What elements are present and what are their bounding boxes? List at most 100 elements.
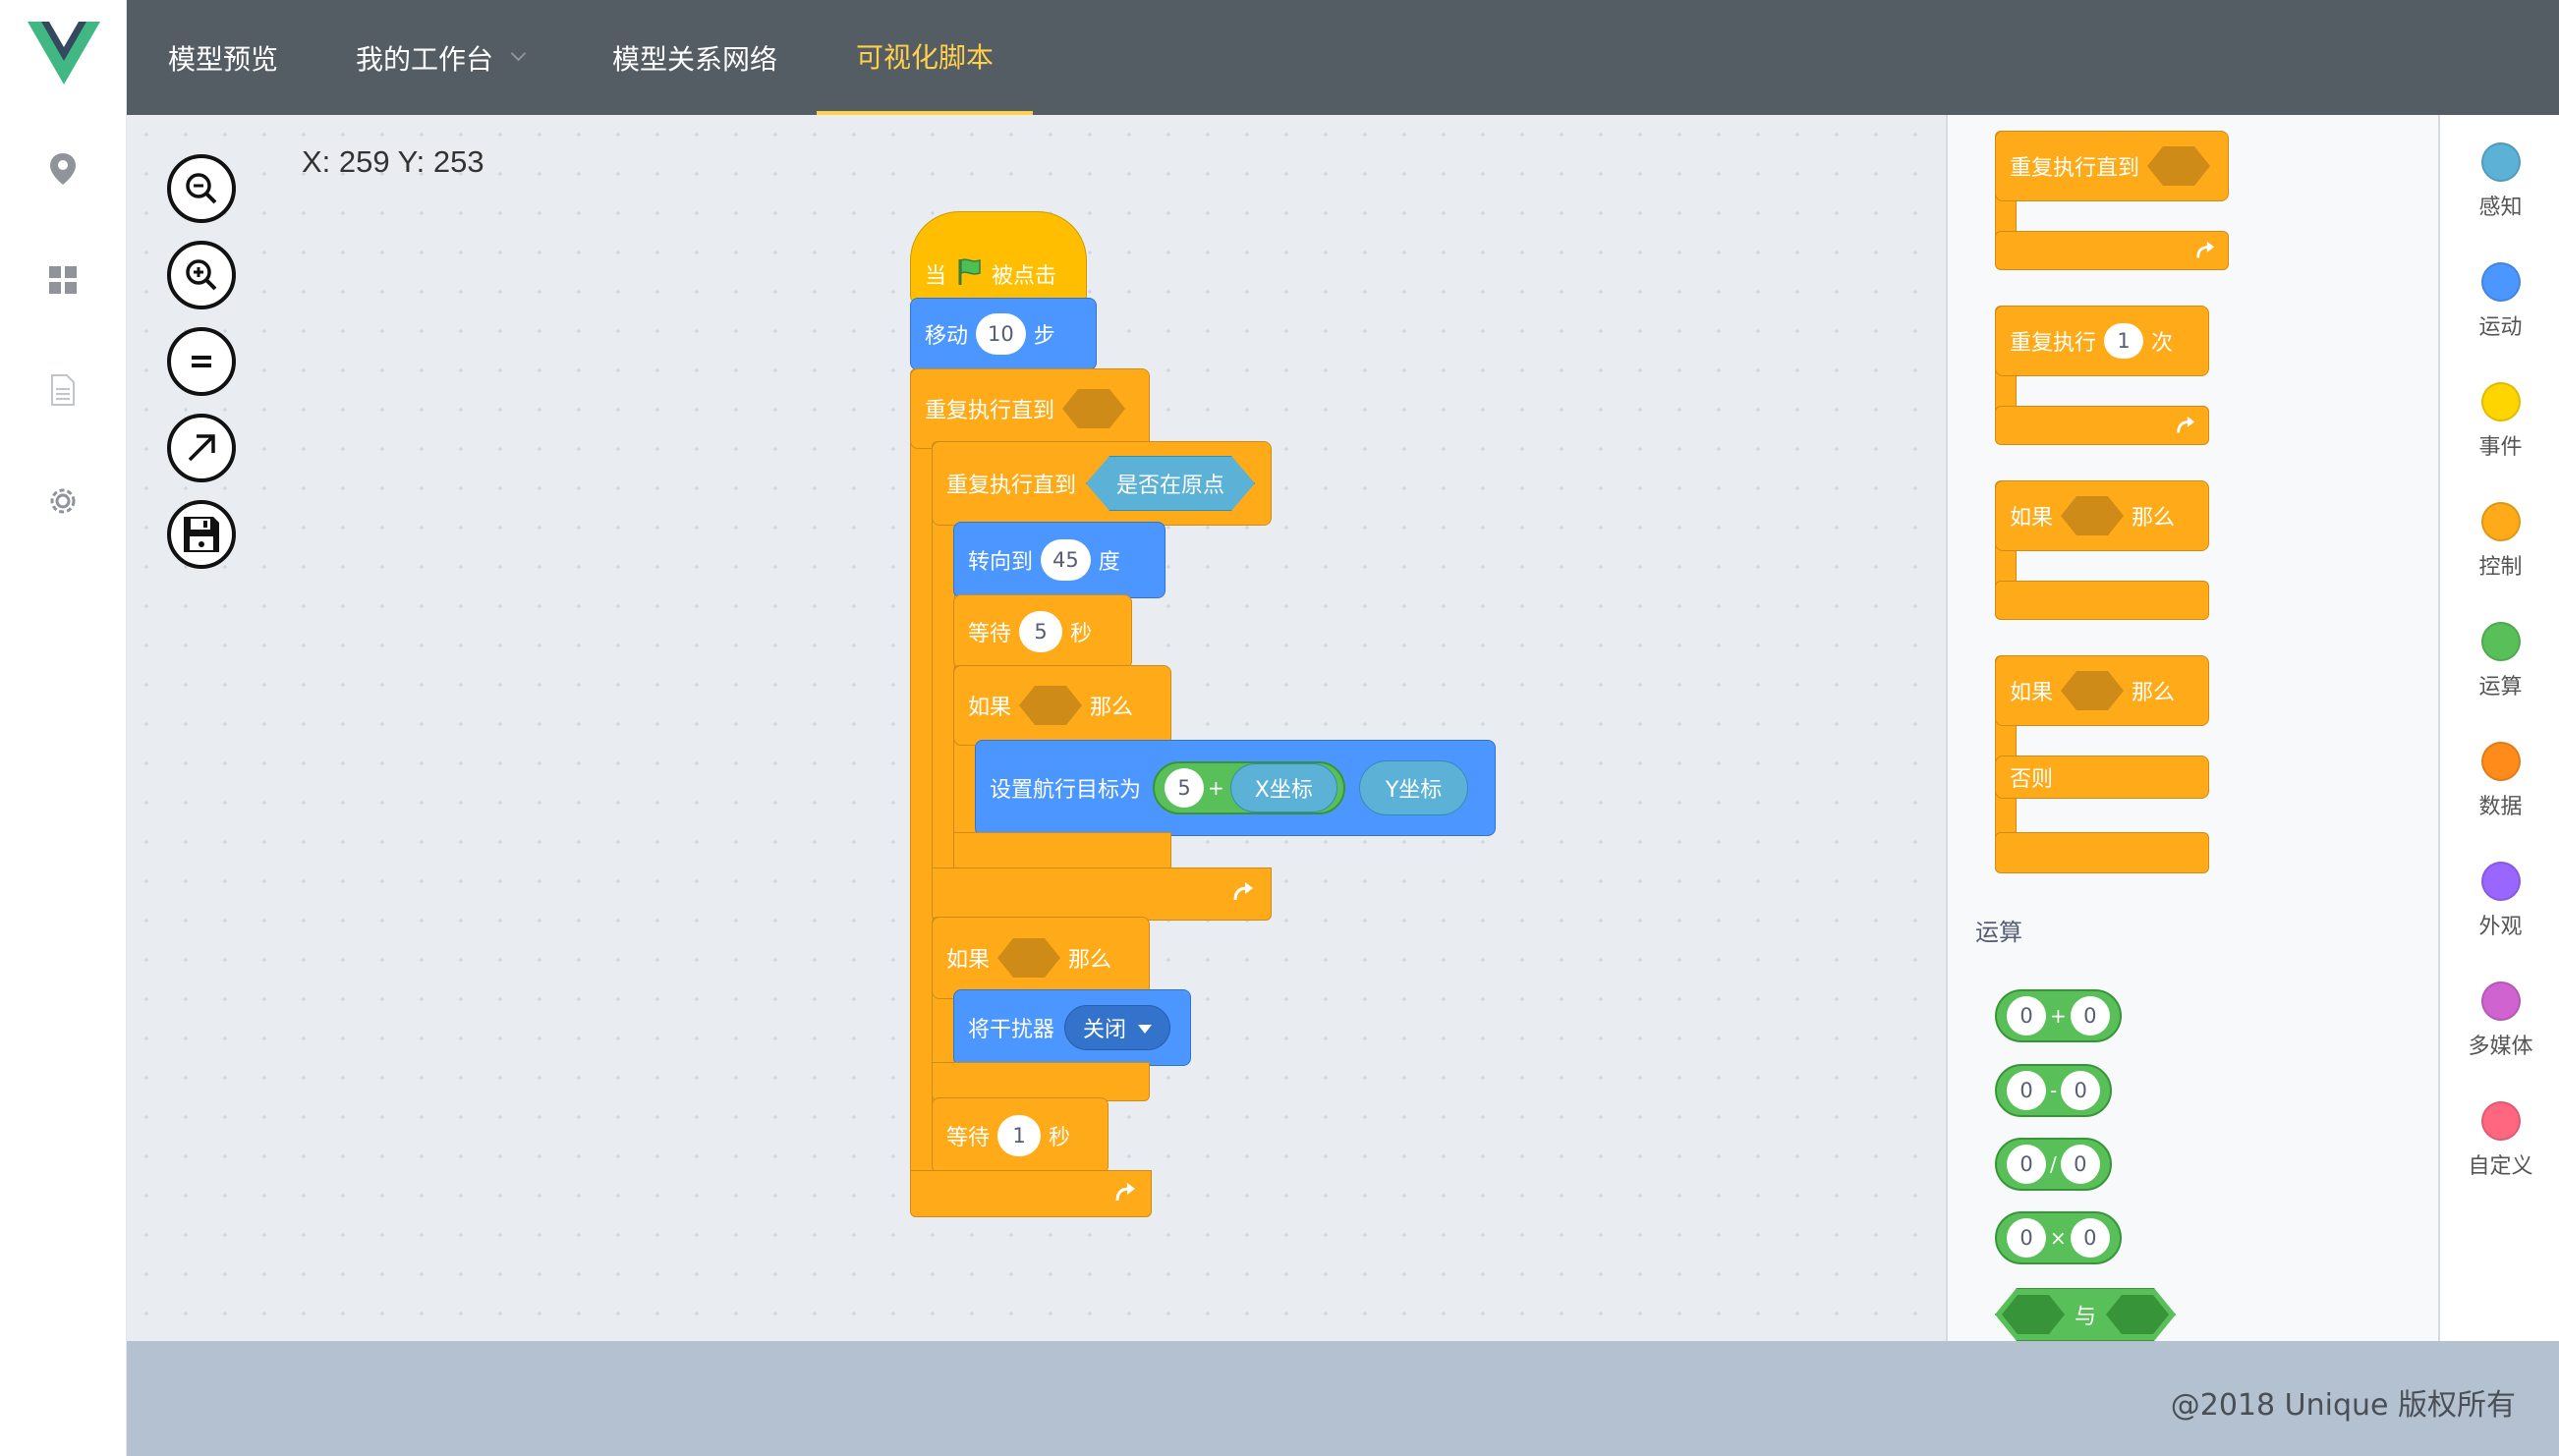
degrees-input[interactable]: 45 (1041, 539, 1091, 581)
palette-repeat-times-block[interactable]: 重复执行 1 次 (1995, 306, 2209, 376)
add-operator[interactable]: 5 + X坐标 (1153, 761, 1345, 814)
nav-model-preview[interactable]: 模型预览 (168, 0, 278, 115)
condition-slot[interactable] (2061, 496, 2125, 535)
condition-slot[interactable] (2147, 146, 2211, 186)
times-input[interactable]: 1 (2104, 323, 2144, 359)
repeat-until-block[interactable]: 重复执行直到 (910, 368, 1150, 449)
seconds-input[interactable]: 1 (997, 1115, 1042, 1156)
condition-slot[interactable] (2061, 671, 2125, 710)
if-then-block[interactable]: 如果 那么 (953, 665, 1171, 746)
zoom-in-button[interactable] (167, 241, 236, 309)
block-text: 设置航行目标为 (990, 778, 1142, 803)
block-text: 那么 (2132, 681, 2176, 705)
category-label: 数据 (2478, 795, 2523, 819)
condition-slot[interactable] (2002, 1295, 2065, 1334)
operator-text: 与 (2075, 1305, 2097, 1329)
category-custom[interactable]: 自定义 (2440, 1101, 2559, 1211)
steps-input[interactable]: 10 (976, 313, 1026, 355)
point-direction-block[interactable]: 转向到 45 度 (953, 522, 1166, 598)
seconds-input[interactable]: 5 (1019, 611, 1063, 652)
block-text: 当 (925, 264, 947, 289)
palette-if-else-block[interactable]: 如果 那么 (1995, 655, 2209, 726)
block-text: 如果 (968, 696, 1012, 720)
palette-multiply-operator[interactable]: 0 × 0 (1995, 1211, 2122, 1264)
grid-icon[interactable] (41, 258, 85, 302)
vue-logo (28, 22, 100, 86)
loop-arrow-icon (1231, 880, 1255, 908)
document-icon[interactable] (41, 368, 85, 412)
category-multimedia[interactable]: 多媒体 (2440, 981, 2559, 1092)
block-text: 否则 (2010, 767, 2054, 792)
nav-my-workbench[interactable]: 我的工作台 (356, 0, 527, 115)
save-button[interactable] (167, 500, 236, 569)
export-arrow-button[interactable] (167, 414, 236, 482)
number-input[interactable]: 0 (2061, 1071, 2101, 1110)
palette-if-then-block[interactable]: 如果 那么 (1995, 480, 2209, 551)
block-text: 那么 (2132, 506, 2176, 531)
x-coordinate-reporter[interactable]: X坐标 (1229, 763, 1337, 812)
is-at-origin-sensor[interactable]: 是否在原点 (1086, 456, 1256, 511)
number-input[interactable]: 0 (2070, 996, 2110, 1036)
category-data[interactable]: 数据 (2440, 742, 2559, 852)
number-input[interactable]: 5 (1165, 768, 1205, 808)
block-text: 重复执行直到 (2010, 156, 2140, 181)
block-text: 步 (1033, 324, 1055, 349)
condition-slot[interactable] (1019, 686, 1083, 725)
condition-slot[interactable] (1062, 389, 1126, 428)
palette-subtract-operator[interactable]: 0 - 0 (1995, 1064, 2113, 1117)
block-palette[interactable]: 重复执行直到 重复执行 1 次 如果 那么 如果 那么 否则 运算 0 + 0 … (1946, 115, 2438, 1341)
category-events[interactable]: 事件 (2440, 382, 2559, 492)
operator-sign: × (2050, 1226, 2067, 1250)
y-coordinate-reporter[interactable]: Y坐标 (1358, 760, 1469, 815)
operator-sign: / (2050, 1152, 2057, 1176)
palette-repeat-until-bottom (1995, 231, 2229, 270)
category-operators[interactable]: 运算 (2440, 622, 2559, 732)
category-looks[interactable]: 外观 (2440, 862, 2559, 972)
palette-if-bottom (1995, 581, 2209, 620)
condition-slot[interactable] (997, 938, 1061, 978)
number-input[interactable]: 0 (2070, 1218, 2110, 1258)
script-workspace[interactable]: X: 259 Y: 253 当 被点击 移动 10 步 重复执行直到 重复执行直… (127, 115, 1946, 1341)
nav-model-network[interactable]: 模型关系网络 (612, 0, 777, 115)
reporter-text: X坐标 (1254, 778, 1313, 803)
number-input[interactable]: 0 (2007, 996, 2046, 1036)
zoom-out-button[interactable] (167, 154, 236, 223)
block-text: 等待 (946, 1126, 991, 1150)
move-steps-block[interactable]: 移动 10 步 (910, 298, 1097, 370)
location-icon[interactable] (41, 147, 85, 191)
repeat-until-origin-block[interactable]: 重复执行直到 是否在原点 (932, 441, 1272, 526)
wait-seconds-block[interactable]: 等待 5 秒 (953, 594, 1132, 669)
block-text: 度 (1098, 550, 1120, 575)
when-flag-clicked-block[interactable]: 当 被点击 (910, 211, 1087, 304)
number-input[interactable]: 0 (2007, 1145, 2046, 1184)
wait-seconds-block-2[interactable]: 等待 1 秒 (932, 1097, 1109, 1174)
category-bar: 感知 运动 事件 控制 运算 数据 外观 多媒体 自定义 (2438, 115, 2559, 1341)
settings-gear-icon[interactable] (41, 479, 85, 523)
number-input[interactable]: 0 (2007, 1071, 2046, 1110)
caret-down-icon (1138, 1016, 1153, 1040)
palette-else-section: 否则 (1995, 756, 2209, 799)
category-dot (2480, 622, 2521, 661)
category-control[interactable]: 控制 (2440, 502, 2559, 612)
number-input[interactable]: 0 (2007, 1218, 2046, 1258)
category-sensing[interactable]: 感知 (2440, 142, 2559, 252)
category-dot (2480, 862, 2521, 901)
number-input[interactable]: 0 (2060, 1145, 2100, 1184)
nav-visual-script[interactable]: 可视化脚本 (817, 0, 1034, 115)
set-jammer-block[interactable]: 将干扰器 关闭 (953, 989, 1191, 1066)
nav-label: 模型预览 (168, 42, 279, 76)
palette-add-operator[interactable]: 0 + 0 (1995, 989, 2122, 1042)
palette-divide-operator[interactable]: 0 / 0 (1995, 1138, 2112, 1191)
category-motion[interactable]: 运动 (2440, 262, 2559, 372)
loop-arrow-icon (2175, 415, 2196, 440)
jammer-state-dropdown[interactable]: 关闭 (1064, 1005, 1171, 1050)
block-text: 如果 (2010, 681, 2054, 705)
palette-repeat-until-block[interactable]: 重复执行直到 (1995, 131, 2229, 201)
reset-zoom-button[interactable] (167, 327, 236, 396)
if-then-block-2[interactable]: 如果 那么 (932, 917, 1150, 999)
nav-label: 我的工作台 (356, 42, 494, 76)
reporter-text: Y坐标 (1385, 778, 1443, 803)
condition-slot[interactable] (2106, 1295, 2170, 1334)
palette-and-operator[interactable]: 与 (1995, 1288, 2176, 1341)
set-nav-target-block[interactable]: 设置航行目标为 5 + X坐标 Y坐标 (975, 740, 1496, 836)
